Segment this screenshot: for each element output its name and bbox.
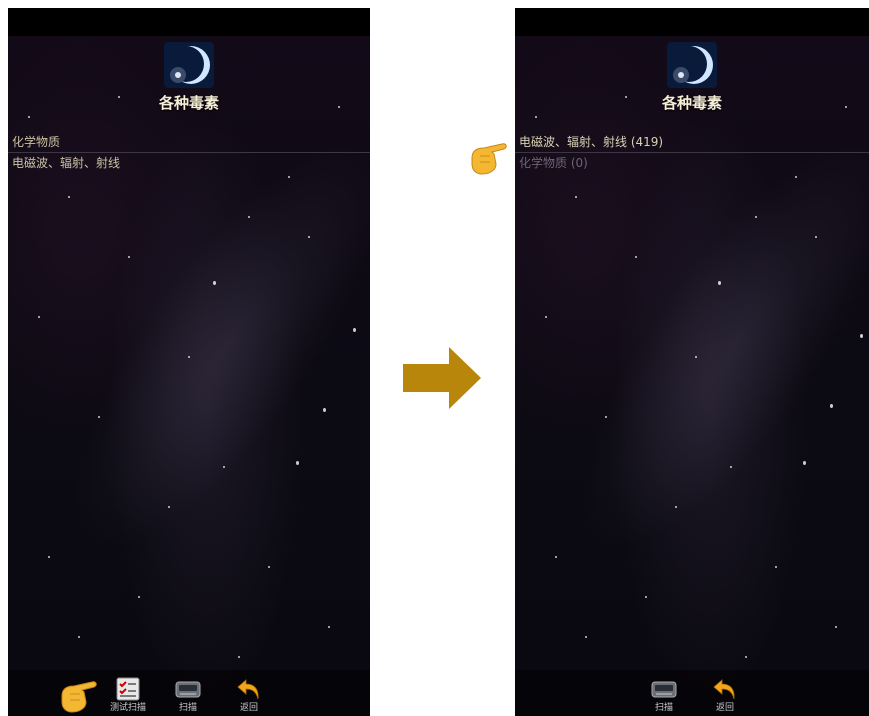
back-arrow-icon — [713, 679, 735, 700]
scan-button[interactable]: 扫描 — [636, 677, 692, 714]
star — [128, 256, 130, 258]
left-screen: 各种毒素 化学物质 电磁波、辐射、射线 测试扫描 扫描 返回 — [8, 8, 370, 716]
star — [248, 216, 250, 218]
star — [695, 356, 697, 358]
star — [795, 176, 797, 178]
star — [585, 636, 587, 638]
star — [745, 656, 747, 658]
star — [645, 596, 647, 598]
star — [78, 636, 80, 638]
app-header: 各种毒素 — [8, 42, 370, 122]
list-item-chemicals[interactable]: 化学物质 (0) — [515, 153, 869, 173]
status-bar — [8, 8, 370, 36]
pointing-hand-icon — [471, 143, 507, 175]
star — [775, 566, 777, 568]
planet-eclipse-logo-icon — [164, 42, 214, 88]
star — [328, 626, 330, 628]
planet-eclipse-logo-icon — [667, 42, 717, 88]
star — [755, 216, 757, 218]
star — [238, 656, 240, 658]
toxin-category-list: 电磁波、辐射、射线 (419) 化学物质 (0) — [515, 132, 869, 173]
scanner-device-icon — [651, 681, 677, 698]
back-label: 返回 — [715, 703, 734, 713]
star — [48, 556, 50, 558]
page-title: 各种毒素 — [158, 94, 219, 112]
status-bar — [515, 8, 869, 36]
star — [718, 281, 721, 285]
star — [860, 334, 863, 338]
star — [545, 316, 547, 318]
checklist-icon — [116, 677, 140, 701]
scan-label: 扫描 — [178, 703, 197, 713]
right-screen: 各种毒素 电磁波、辐射、射线 (419) 化学物质 (0) 扫描 返回 — [515, 8, 869, 716]
star — [830, 404, 833, 408]
star — [268, 566, 270, 568]
star — [605, 416, 607, 418]
star — [803, 461, 806, 465]
list-item-radiation[interactable]: 电磁波、辐射、射线 (419) — [515, 132, 869, 153]
back-button[interactable]: 返回 — [221, 677, 277, 714]
list-item-chemicals[interactable]: 化学物质 — [8, 132, 370, 153]
back-button[interactable]: 返回 — [697, 677, 753, 714]
star — [288, 176, 290, 178]
back-arrow-icon — [237, 679, 259, 700]
star — [835, 626, 837, 628]
star — [555, 556, 557, 558]
star — [815, 236, 817, 238]
bottom-toolbar: 扫描 返回 — [515, 670, 869, 716]
comparison-canvas: 各种毒素 化学物质 电磁波、辐射、射线 测试扫描 扫描 返回 各种毒素 电磁波、… — [0, 0, 869, 716]
star — [223, 466, 225, 468]
right-arrow-icon — [403, 347, 481, 409]
star — [353, 328, 356, 332]
star — [168, 506, 170, 508]
star — [38, 316, 40, 318]
toxin-category-list: 化学物质 电磁波、辐射、射线 — [8, 132, 370, 173]
star — [213, 281, 216, 285]
star — [730, 466, 732, 468]
star — [675, 506, 677, 508]
list-item-radiation[interactable]: 电磁波、辐射、射线 — [8, 153, 370, 173]
pointing-hand-icon — [61, 681, 97, 713]
scanner-device-icon — [175, 681, 201, 698]
back-label: 返回 — [239, 703, 258, 713]
star — [138, 596, 140, 598]
page-title: 各种毒素 — [661, 94, 722, 112]
star — [68, 196, 70, 198]
star — [296, 461, 299, 465]
star — [308, 236, 310, 238]
star — [188, 356, 190, 358]
star — [635, 256, 637, 258]
star — [323, 408, 326, 412]
star — [575, 196, 577, 198]
app-header: 各种毒素 — [515, 42, 869, 122]
scan-button[interactable]: 扫描 — [160, 677, 216, 714]
scan-label: 扫描 — [654, 703, 673, 713]
star — [98, 416, 100, 418]
